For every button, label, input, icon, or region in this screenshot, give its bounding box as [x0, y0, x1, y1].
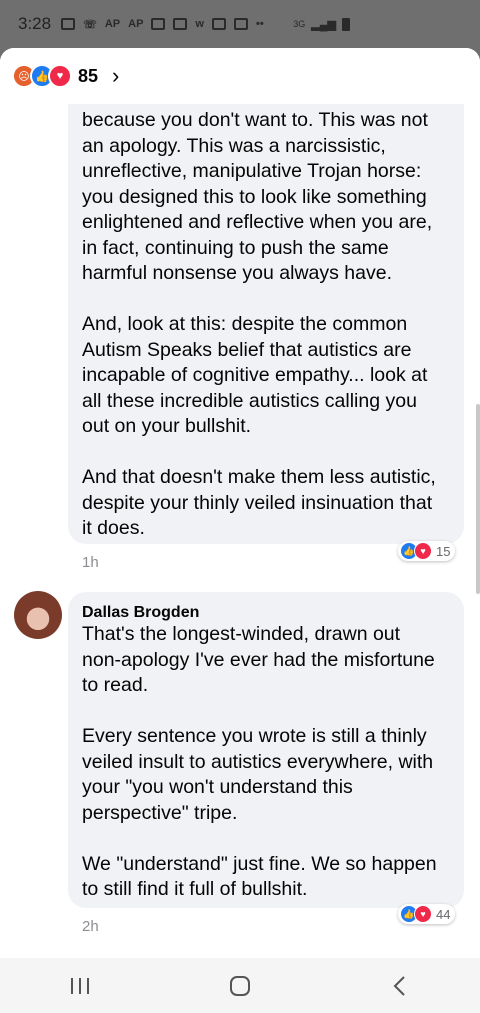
network-type: 3G	[293, 19, 306, 29]
reaction-icons: ☹ 👍 ♥	[12, 64, 72, 88]
comments-sheet: ☹ 👍 ♥ 85 › because you don't want to. Th…	[0, 48, 480, 958]
notification-icons: ☏ AP AP w ••	[61, 18, 264, 31]
missed-call-icon: ☏	[83, 18, 97, 31]
comment-paragraph: That's the longest-winded, drawn out non…	[82, 623, 435, 696]
comment-paragraph: We "understand" just fine. We so happen …	[82, 852, 437, 901]
comment-reactions[interactable]: 👍 ♥ 15	[398, 541, 456, 561]
gallery-icon	[211, 18, 226, 30]
home-icon	[230, 975, 250, 996]
reactions-summary[interactable]: ☹ 👍 ♥ 85 ›	[0, 48, 480, 104]
status-bar: 3:28 ☏ AP AP w •• 3G ▂▄▆	[0, 0, 480, 48]
battery-icon	[342, 18, 350, 31]
love-icon: ♥	[414, 542, 432, 560]
system-nav-bar	[0, 958, 480, 1013]
status-indicators: 3G ▂▄▆	[293, 18, 350, 31]
comment-reaction-count: 15	[436, 543, 451, 559]
recent-apps-icon	[71, 977, 89, 994]
comment-paragraph: Every sentence you wrote is still a thin…	[82, 725, 434, 824]
comment-paragraph: because you don't want to. This was not …	[82, 109, 433, 284]
comment-paragraph: And, look at this: despite the common Au…	[82, 313, 428, 437]
comment-time[interactable]: 2h	[82, 918, 99, 935]
ap-news-icon-2: AP	[128, 18, 144, 30]
status-time: 3:28	[18, 14, 52, 33]
home-button[interactable]	[210, 966, 270, 1006]
comment-paragraph: And that doesn't make them less autistic…	[82, 466, 436, 539]
love-icon: ♥	[414, 905, 432, 923]
reaction-count: 85	[78, 65, 99, 86]
comment-reactions[interactable]: 👍 ♥ 44	[398, 904, 456, 924]
comment-reaction-count: 44	[436, 906, 451, 922]
comment-time[interactable]: 1h	[82, 554, 99, 571]
news-icon	[173, 18, 188, 30]
washington-post-icon: w	[195, 18, 204, 30]
comment-text: because you don't want to. This was not …	[82, 108, 458, 542]
back-button[interactable]	[370, 966, 430, 1006]
comment-bubble[interactable]: because you don't want to. This was not …	[68, 88, 464, 544]
back-icon	[393, 975, 405, 996]
ap-news-icon: AP	[104, 18, 121, 30]
comment-bubble[interactable]: Dallas Brogden That's the longest-winded…	[68, 592, 464, 908]
message-icon	[61, 18, 76, 30]
more-notifications-icon: ••	[255, 18, 264, 30]
signal-icon: ▂▄▆	[311, 19, 336, 31]
scrollbar-thumb[interactable]	[476, 404, 480, 594]
window-icon	[233, 18, 248, 30]
comment-text: That's the longest-winded, drawn out non…	[82, 622, 458, 903]
image-icon	[151, 18, 166, 30]
avatar[interactable]	[14, 591, 62, 639]
recent-apps-button[interactable]	[50, 966, 110, 1006]
love-icon: ♥	[48, 64, 72, 88]
chevron-right-icon[interactable]: ›	[112, 63, 119, 89]
